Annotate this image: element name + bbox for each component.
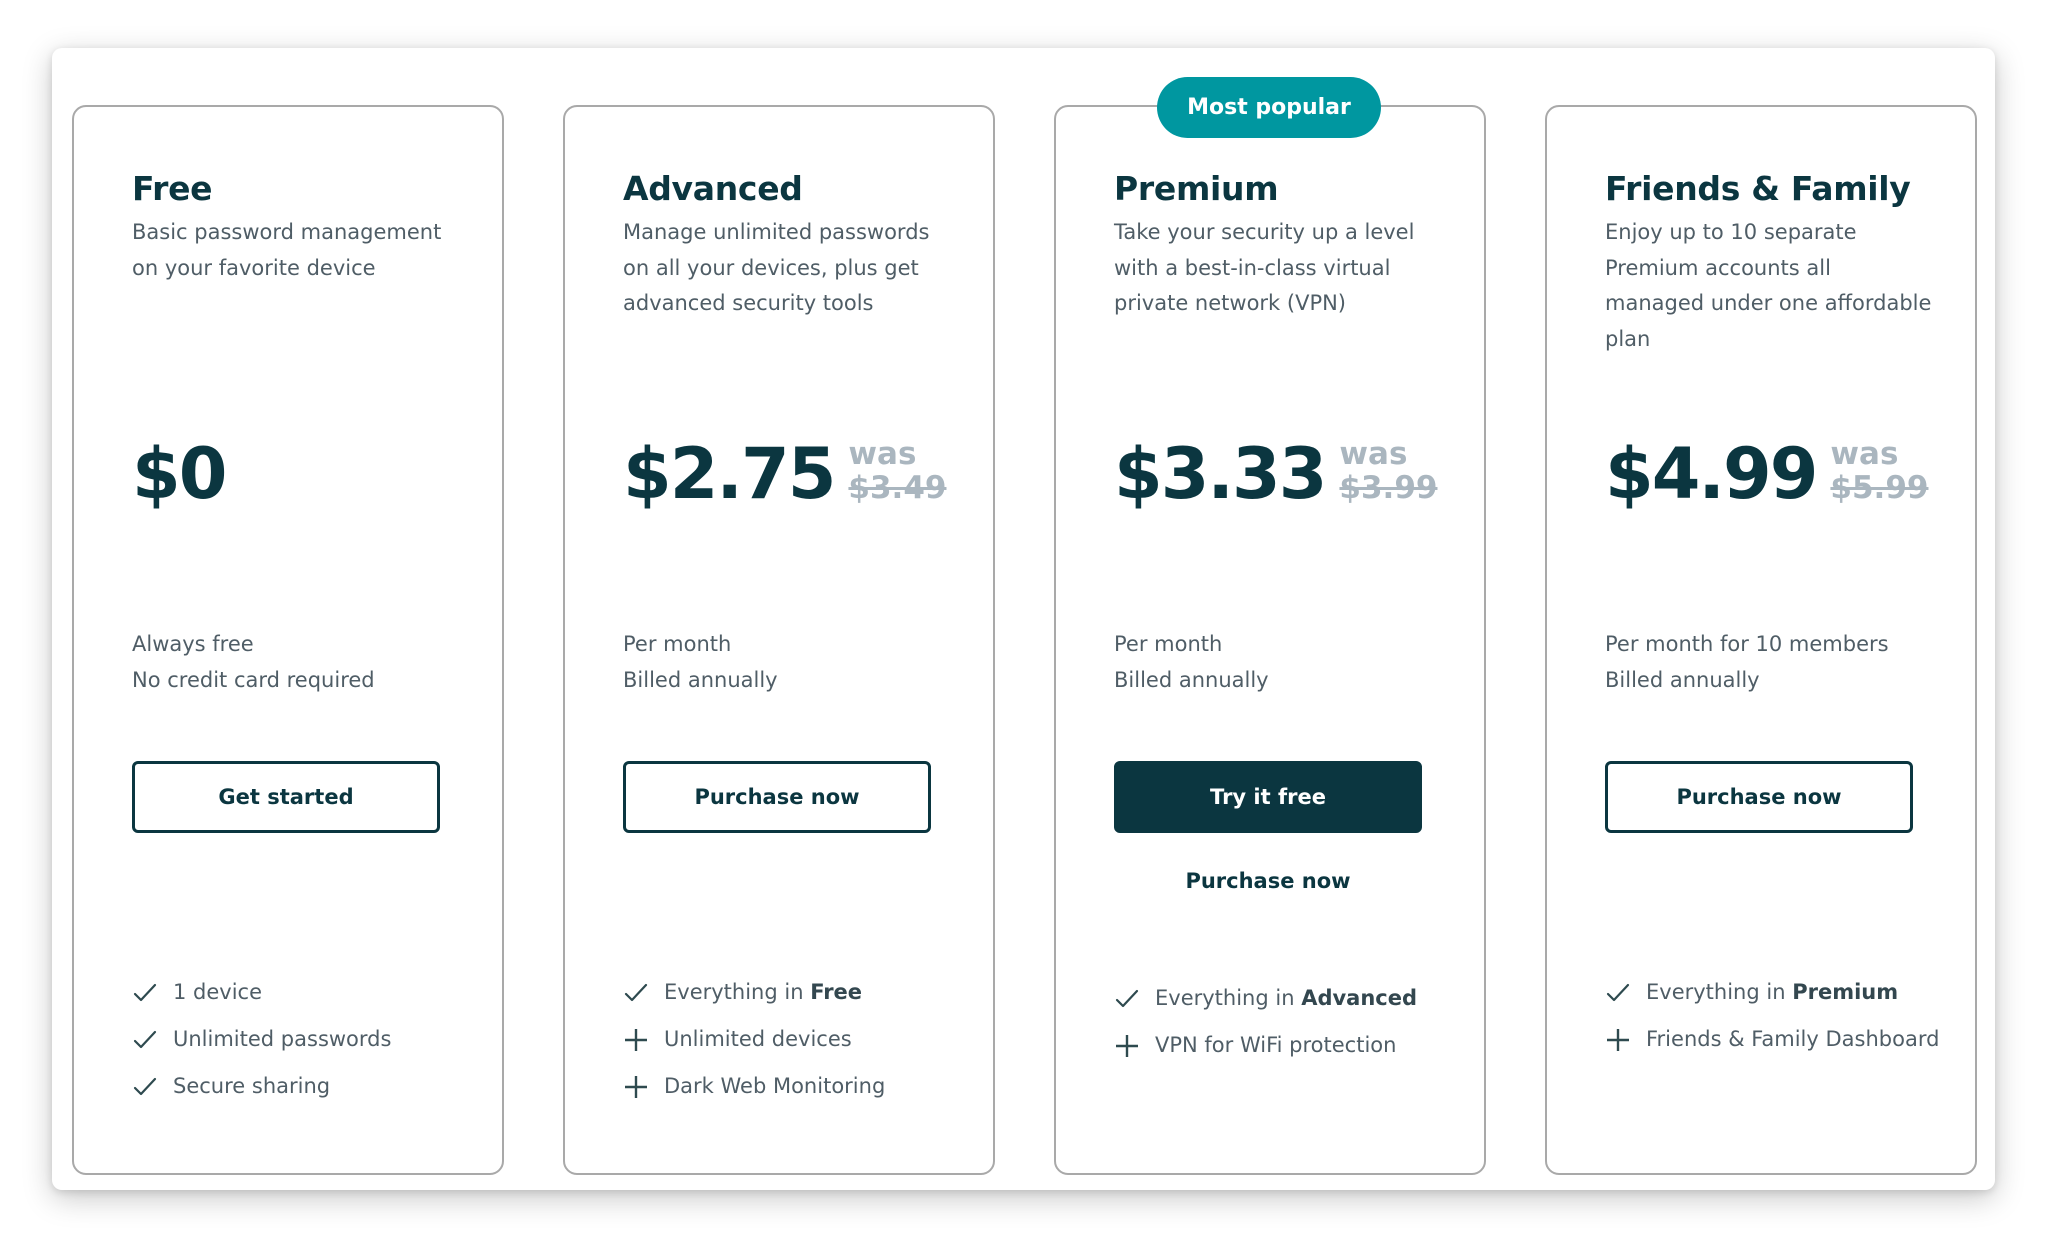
feature-text: Friends & Family Dashboard: [1646, 1027, 1940, 1051]
price-row: $2.75 was $3.49: [623, 432, 946, 516]
plan-description: Manage unlimited passwords on all your d…: [623, 220, 930, 315]
most-popular-badge: Most popular: [1157, 77, 1381, 138]
check-icon: [1606, 983, 1630, 1001]
plan-card-friends-family: Friends & Family Enjoy up to 10 separate…: [1545, 105, 1977, 1175]
plan-title: Advanced: [623, 169, 803, 208]
price-detail-line: Per month for 10 members: [1605, 632, 1889, 656]
feature-item: VPN for WiFi protection: [1114, 1028, 1454, 1063]
price-row: $3.33 was $3.99: [1114, 432, 1437, 516]
feature-text: Everything in Premium: [1646, 980, 1899, 1004]
feature-text: VPN for WiFi protection: [1155, 1033, 1397, 1057]
plan-description: Basic password management on your favori…: [132, 220, 442, 280]
feature-item: Dark Web Monitoring: [623, 1069, 963, 1104]
plus-icon: [1607, 1028, 1629, 1051]
price-details: Per month Billed annually: [623, 626, 778, 698]
price-row: $0: [132, 432, 227, 516]
try-it-free-button[interactable]: Try it free: [1114, 761, 1422, 833]
price-detail-line: Always free: [132, 632, 254, 656]
feature-text: Secure sharing: [173, 1074, 331, 1098]
feature-item: Secure sharing: [132, 1069, 472, 1104]
plan-description: Take your security up a level with a bes…: [1114, 220, 1415, 315]
feature-text: Dark Web Monitoring: [664, 1074, 886, 1098]
plan-price: $2.75: [623, 433, 836, 515]
feature-bold-text: Free: [810, 980, 863, 1004]
price-detail-line: Billed annually: [1605, 668, 1760, 692]
plan-card-advanced: Advanced Manage unlimited passwords on a…: [563, 105, 995, 1175]
check-icon: [624, 983, 648, 1001]
check-icon: [1115, 989, 1139, 1007]
price-details: Per month for 10 members Billed annually: [1605, 626, 1889, 698]
was-label: was: [1339, 436, 1408, 472]
purchase-now-link[interactable]: Purchase now: [1114, 869, 1422, 893]
old-price: $3.99: [1339, 470, 1438, 506]
price-details: Per month Billed annually: [1114, 626, 1269, 698]
price-detail-line: Billed annually: [1114, 668, 1269, 692]
plan-price: $3.33: [1114, 433, 1327, 515]
check-icon: [133, 1077, 157, 1095]
plan-card-free: Free Basic password management on your f…: [72, 105, 504, 1175]
was-price-block: was $3.99: [1339, 437, 1437, 505]
feature-item: Unlimited passwords: [132, 1022, 472, 1057]
feature-bold-text: Premium: [1792, 980, 1899, 1004]
plus-icon: [625, 1028, 647, 1051]
feature-item: Everything in Advanced: [1114, 981, 1454, 1016]
was-price-block: was $3.49: [848, 437, 946, 505]
plus-icon: [1116, 1034, 1138, 1057]
was-label: was: [1830, 436, 1899, 472]
feature-item: Everything in Premium: [1605, 975, 1945, 1010]
check-icon: [133, 983, 157, 1001]
plan-price: $0: [132, 433, 227, 515]
check-icon: [133, 1030, 157, 1048]
feature-item: Unlimited devices: [623, 1022, 963, 1057]
price-detail-line: Billed annually: [623, 668, 778, 692]
feature-item: Everything in Free: [623, 975, 963, 1010]
plus-icon: [625, 1075, 647, 1098]
feature-item: 1 device: [132, 975, 472, 1010]
feature-text: Everything in Advanced: [1155, 986, 1418, 1010]
plan-title: Friends & Family: [1605, 169, 1911, 208]
feature-text: Unlimited devices: [664, 1027, 852, 1051]
feature-list: Everything in Free Unlimited devices Dark …: [623, 975, 963, 1116]
feature-item: Friends & Family Dashboard: [1605, 1022, 1945, 1057]
plan-description: Enjoy up to 10 separate Premium accounts…: [1605, 220, 1932, 351]
plan-card-premium: Premium Take your security up a level wi…: [1054, 105, 1486, 1175]
plan-title: Premium: [1114, 169, 1279, 208]
feature-text: Everything in Free: [664, 980, 863, 1004]
price-detail-line: Per month: [1114, 632, 1223, 656]
was-label: was: [848, 436, 917, 472]
feature-text: 1 device: [173, 980, 263, 1004]
feature-list: 1 device Unlimited passwords Secure sharin…: [132, 975, 472, 1116]
price-row: $4.99 was $5.99: [1605, 432, 1928, 516]
purchase-now-button[interactable]: Purchase now: [623, 761, 931, 833]
plan-price: $4.99: [1605, 433, 1818, 515]
feature-bold-text: Advanced: [1301, 986, 1418, 1010]
feature-list: Everything in Advanced VPN for WiFi prote…: [1114, 981, 1454, 1075]
feature-list: Everything in Premium Friends & Family Da…: [1605, 975, 1945, 1069]
purchase-now-button[interactable]: Purchase now: [1605, 761, 1913, 833]
price-detail-line: Per month: [623, 632, 732, 656]
price-detail-line: No credit card required: [132, 668, 375, 692]
get-started-button[interactable]: Get started: [132, 761, 440, 833]
plan-title: Free: [132, 169, 213, 208]
feature-text: Unlimited passwords: [173, 1027, 392, 1051]
was-price-block: was $5.99: [1830, 437, 1928, 505]
old-price: $5.99: [1830, 470, 1929, 506]
old-price: $3.49: [848, 470, 947, 506]
price-details: Always free No credit card required: [132, 626, 375, 698]
